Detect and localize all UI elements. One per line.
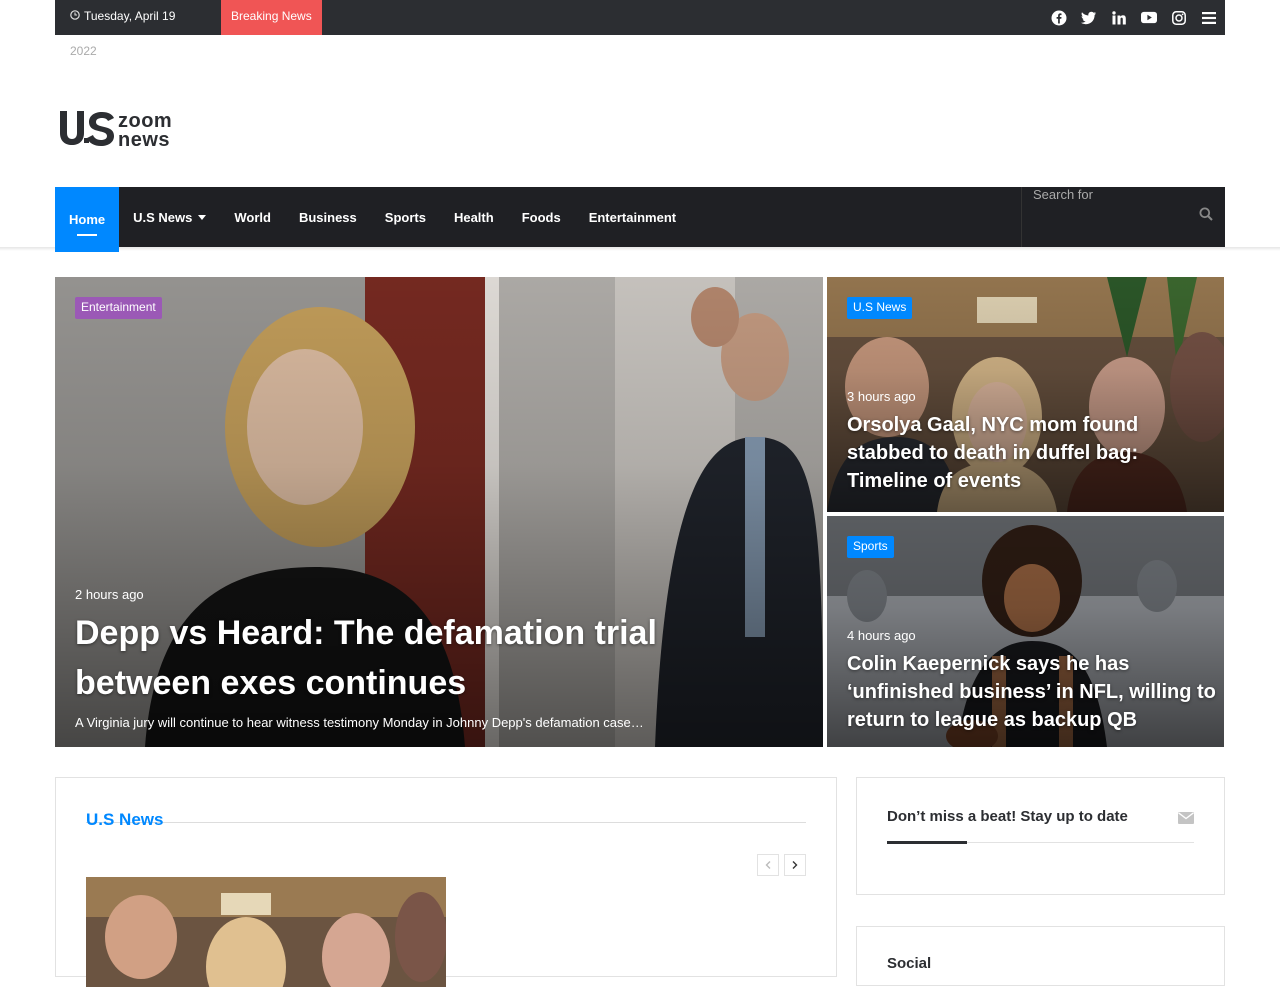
section-divider: [86, 822, 806, 823]
newsletter-widget: Don’t miss a beat! Stay up to date: [856, 777, 1225, 895]
nav-item-entertainment[interactable]: Entertainment: [575, 187, 690, 247]
twitter-icon[interactable]: [1081, 10, 1097, 26]
facebook-icon[interactable]: [1051, 10, 1067, 26]
category-badge[interactable]: Entertainment: [75, 297, 162, 319]
category-badge[interactable]: Sports: [847, 536, 894, 558]
nav-item-foods[interactable]: Foods: [508, 187, 575, 247]
next-page-button[interactable]: [784, 854, 806, 876]
logo-text-news: news: [118, 129, 170, 150]
envelope-icon: [1178, 811, 1194, 829]
breaking-news-label[interactable]: Breaking News: [221, 0, 322, 35]
article-title[interactable]: Orsolya Gaal, NYC mom found stabbed to d…: [847, 411, 1177, 495]
hero-side-article-1[interactable]: U.S News 3 hours ago Orsolya Gaal, NYC m…: [827, 277, 1224, 512]
hero-main-article[interactable]: Entertainment 2 hours ago Depp vs Heard:…: [55, 277, 823, 747]
search-icon[interactable]: [1199, 207, 1213, 226]
top-bar: Tuesday, April 19 Breaking News: [55, 0, 1225, 35]
article-excerpt: A Virginia jury will continue to hear wi…: [75, 715, 644, 730]
post-time: 2 hours ago: [75, 587, 144, 602]
nav-item-health[interactable]: Health: [440, 187, 508, 247]
date-display: Tuesday, April 19: [70, 9, 175, 23]
category-badge[interactable]: U.S News: [847, 297, 913, 319]
menu-icon[interactable]: [1201, 10, 1217, 26]
clock-icon: [70, 9, 80, 23]
chevron-down-icon: [198, 214, 207, 220]
widget-title: Social: [887, 955, 932, 972]
social-links: [1051, 0, 1217, 35]
nav-item-sports[interactable]: Sports: [371, 187, 440, 247]
previous-page-button[interactable]: [757, 854, 779, 876]
nav-item-us-news[interactable]: U.S News: [119, 187, 220, 247]
search-box: [1021, 187, 1225, 247]
nav-item-business[interactable]: Business: [285, 187, 371, 247]
hero-side-article-2[interactable]: Sports 4 hours ago Colin Kaepernick says…: [827, 516, 1224, 747]
social-widget: Social: [856, 926, 1225, 986]
section-title[interactable]: U.S News: [86, 810, 163, 830]
post-time: 4 hours ago: [847, 628, 916, 643]
section-pager: [757, 854, 806, 876]
nav-bar: Home U.S News World Business Sports Heal…: [55, 187, 1225, 252]
search-input[interactable]: [1033, 187, 1193, 201]
chevron-left-icon: [765, 861, 771, 869]
widget-title: Don’t miss a beat! Stay up to date: [887, 808, 1128, 825]
nav-item-home[interactable]: Home: [55, 187, 120, 252]
date-year: 2022: [70, 44, 97, 58]
article-thumbnail[interactable]: [86, 877, 446, 987]
article-title[interactable]: Colin Kaepernick says he has ‘unfinished…: [847, 650, 1217, 734]
main-navigation: Home U.S News World Business Sports Heal…: [0, 187, 1280, 252]
youtube-icon[interactable]: [1141, 10, 1157, 26]
post-time: 3 hours ago: [847, 389, 916, 404]
chevron-right-icon: [792, 861, 798, 869]
linkedin-icon[interactable]: [1111, 10, 1127, 26]
nav-item-world[interactable]: World: [220, 187, 285, 247]
us-news-section: U.S News: [55, 777, 837, 987]
instagram-icon[interactable]: [1171, 10, 1187, 26]
date-text: Tuesday, April 19: [84, 9, 176, 23]
article-title[interactable]: Depp vs Heard: The defamation trial betw…: [75, 608, 755, 708]
site-logo[interactable]: zoom news: [56, 108, 208, 151]
